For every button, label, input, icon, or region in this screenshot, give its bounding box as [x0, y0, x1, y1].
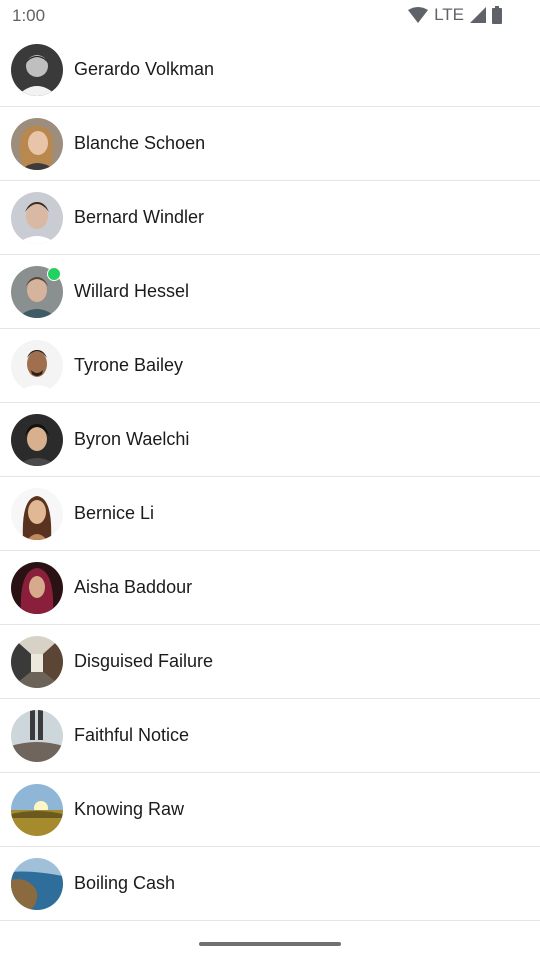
- cell-signal-icon: [470, 7, 486, 23]
- avatar: [11, 192, 63, 244]
- contact-name: Willard Hessel: [74, 281, 190, 301]
- avatar: [11, 858, 63, 910]
- status-time: 1:00: [12, 6, 46, 25]
- contact-row[interactable]: Faithful Notice: [0, 699, 540, 773]
- contact-name: Boiling Cash: [74, 873, 176, 893]
- avatar: [11, 414, 63, 466]
- contact-name: Bernice Li: [74, 503, 155, 523]
- avatar: [11, 784, 63, 836]
- contact-name: Faithful Notice: [74, 725, 190, 745]
- network-type-label: LTE: [434, 5, 464, 24]
- contact-row[interactable]: Knowing Raw: [0, 773, 540, 847]
- avatar: [11, 44, 63, 96]
- avatar: [11, 710, 63, 762]
- contact-name: Byron Waelchi: [74, 429, 190, 449]
- contact-row[interactable]: Byron Waelchi: [0, 403, 540, 477]
- contact-name: Bernard Windler: [74, 207, 205, 227]
- contact-row[interactable]: Gerardo Volkman: [0, 33, 540, 107]
- battery-icon: [492, 6, 502, 24]
- contact-row[interactable]: Disguised Failure: [0, 625, 540, 699]
- contact-name: Gerardo Volkman: [74, 59, 215, 79]
- navigation-handle[interactable]: [199, 942, 341, 946]
- contact-row[interactable]: Tyrone Bailey: [0, 329, 540, 403]
- online-status-indicator: [47, 267, 61, 281]
- contact-row[interactable]: Bernard Windler: [0, 181, 540, 255]
- avatar: [11, 488, 63, 540]
- contact-list: Gerardo Volkman Blanche Schoen Bernard W…: [0, 33, 540, 921]
- contact-row[interactable]: Bernice Li: [0, 477, 540, 551]
- contact-name: Tyrone Bailey: [74, 355, 184, 375]
- avatar: [11, 562, 63, 614]
- contact-row[interactable]: Aisha Baddour: [0, 551, 540, 625]
- contact-row[interactable]: Blanche Schoen: [0, 107, 540, 181]
- contact-row[interactable]: Boiling Cash: [0, 847, 540, 921]
- wifi-icon: [408, 7, 429, 23]
- status-icons: LTE: [408, 5, 502, 25]
- avatar: [11, 118, 63, 170]
- contact-name: Disguised Failure: [74, 651, 214, 671]
- contact-row[interactable]: Willard Hessel: [0, 255, 540, 329]
- contact-name: Blanche Schoen: [74, 133, 206, 153]
- avatar: [11, 340, 63, 392]
- avatar: [11, 636, 63, 688]
- contact-name: Aisha Baddour: [74, 577, 193, 597]
- contact-name: Knowing Raw: [74, 799, 185, 819]
- status-bar: 1:00 LTE: [0, 0, 540, 32]
